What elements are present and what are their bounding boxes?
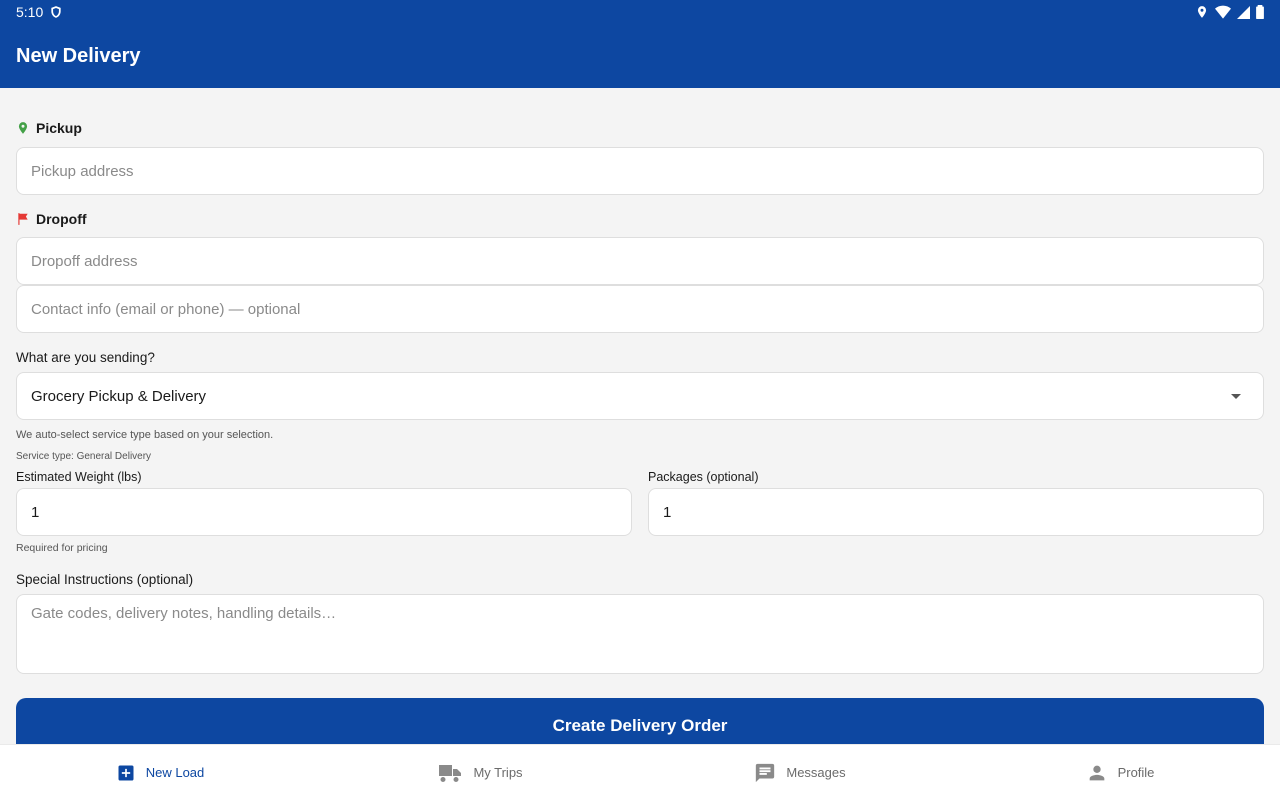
shield-icon [51,6,61,18]
signal-icon [1237,5,1250,19]
page-title: New Delivery [16,44,141,67]
chevron-down-icon [1231,393,1241,399]
contact-field[interactable] [16,285,1264,333]
status-time: 5:10 [16,4,44,20]
status-bar: 5:10 [0,0,1280,24]
instructions-label-row: Special Instructions (optional) [16,572,193,587]
pickup-label-row: Pickup [16,120,82,136]
pickup-address-input[interactable] [31,162,1249,180]
truck-icon [439,764,462,782]
location-icon [1197,6,1207,18]
person-icon [1089,765,1104,780]
weight-field[interactable] [16,488,632,536]
flag-icon [18,213,28,225]
packages-input[interactable] [663,503,1249,521]
dropoff-label-row: Dropoff [16,211,87,227]
app-bar: New Delivery [0,24,1280,88]
instructions-textarea[interactable] [31,595,1249,673]
nav-label-messages: Messages [786,765,846,780]
item-type-selected: Grocery Pickup & Delivery [31,387,207,405]
instructions-field[interactable] [16,594,1264,674]
dropoff-address-input[interactable] [31,252,1249,270]
bottom-navigation: New Load My Trips Messages Profile [0,744,1280,800]
item-type-select[interactable]: Grocery Pickup & Delivery [16,372,1264,420]
service-type-text: Service type: General Delivery [16,451,152,462]
nav-label-new-load: New Load [145,765,205,780]
dropoff-field[interactable] [16,237,1264,285]
packages-label: Packages (optional) [648,470,759,484]
pickup-label: Pickup [36,120,82,136]
item-type-hint: We auto-select service type based on you… [16,429,274,441]
sending-label-row: What are you sending? [16,350,155,365]
battery-icon [1256,5,1264,19]
packages-field[interactable] [648,488,1264,536]
add-box-icon [118,765,134,780]
nav-label-my-trips: My Trips [473,765,523,780]
map-pin-icon [18,122,28,134]
instructions-label: Special Instructions (optional) [16,572,194,587]
weight-label: Estimated Weight (lbs) [16,470,142,484]
weight-hint: Required for pricing [16,542,108,554]
delivery-form: Pickup Dropoff What are you sending? Gro… [0,88,1280,744]
pickup-field[interactable] [16,147,1264,195]
message-icon [756,763,775,782]
nav-item-new-load[interactable]: New Load [0,745,320,800]
dropoff-label: Dropoff [36,211,87,227]
contact-info-input[interactable] [31,300,1249,318]
create-delivery-order-button[interactable]: Create Delivery Order [16,698,1264,744]
weight-input[interactable] [31,503,617,521]
nav-label-profile: Profile [1117,765,1155,780]
nav-item-profile[interactable]: Profile [960,745,1280,800]
nav-item-messages[interactable]: Messages [640,745,960,800]
sending-label: What are you sending? [16,350,155,365]
wifi-icon [1215,5,1231,19]
nav-item-my-trips[interactable]: My Trips [320,745,640,800]
